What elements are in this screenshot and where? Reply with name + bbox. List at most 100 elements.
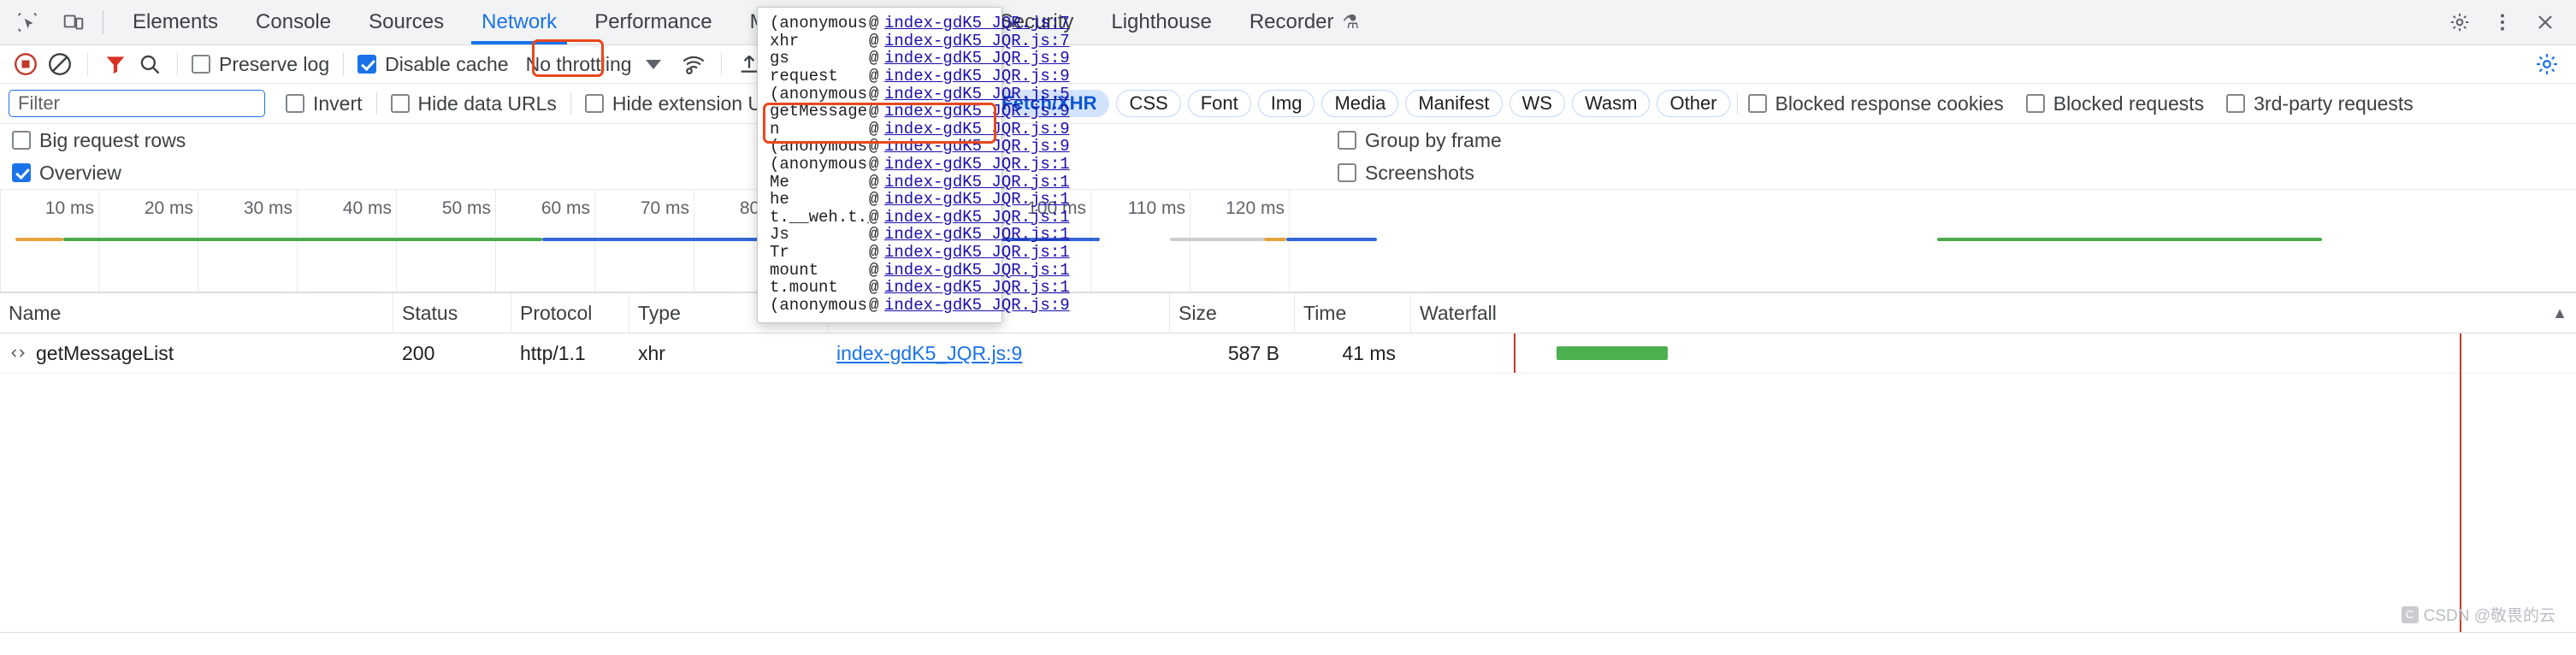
preserve-log-checkbox[interactable]: Preserve log <box>188 53 333 76</box>
search-icon[interactable] <box>133 47 167 81</box>
tab-lighthouse[interactable]: Lighthouse <box>1092 0 1230 44</box>
device-toolbar-icon[interactable] <box>55 3 92 41</box>
more-vertical-icon[interactable] <box>2484 3 2521 41</box>
tab-label: Network <box>482 10 557 34</box>
call-stack-entry[interactable]: (anonymous) @ index-gdK5_JQR.js:9 <box>758 297 1001 315</box>
wifi-settings-icon[interactable] <box>676 47 711 81</box>
stack-source-link[interactable]: index-gdK5_JQR.js:7 <box>884 32 1070 50</box>
call-stack-entry[interactable]: (anonymous) @ index-gdK5_JQR.js:5 <box>758 85 1001 103</box>
tab-elements[interactable]: Elements <box>114 0 237 44</box>
tab-network[interactable]: Network <box>463 0 576 44</box>
cell-protocol: http/1.1 <box>511 333 629 373</box>
search-input[interactable] <box>9 90 265 117</box>
group-by-frame-checkbox[interactable]: Group by frame <box>1334 129 1505 152</box>
stack-source-link[interactable]: index-gdK5_JQR.js:9 <box>884 102 1070 121</box>
call-stack-entry[interactable]: he @ index-gdK5_JQR.js:1 <box>758 191 1001 209</box>
call-stack-entry[interactable]: (anonymous) @ index-gdK5_JQR.js:1 <box>758 156 1001 174</box>
filter-chip-ws[interactable]: WS <box>1510 90 1565 117</box>
disable-cache-checkbox[interactable]: Disable cache <box>354 53 511 76</box>
overview-checkbox[interactable]: Overview <box>9 162 125 185</box>
filter-chip-img[interactable]: Img <box>1258 90 1315 117</box>
network-settings-gear-icon[interactable] <box>2530 47 2564 81</box>
column-header-protocol[interactable]: Protocol <box>511 293 629 333</box>
column-label: Time <box>1303 302 1346 325</box>
tab-console[interactable]: Console <box>237 0 350 44</box>
stack-source-link[interactable]: index-gdK5_JQR.js:9 <box>884 49 1070 68</box>
stack-source-link[interactable]: index-gdK5_JQR.js:1 <box>884 208 1070 227</box>
stack-source-link[interactable]: index-gdK5_JQR.js:1 <box>884 243 1070 262</box>
initiator-call-stack-popup[interactable]: (anonymous) @ index-gdK5_JQR.js:7 xhr @ … <box>757 7 1002 323</box>
call-stack-entry[interactable]: Tr @ index-gdK5_JQR.js:1 <box>758 244 1001 262</box>
stack-source-link[interactable]: index-gdK5_JQR.js:9 <box>884 120 1070 139</box>
call-stack-entry[interactable]: Me @ index-gdK5_JQR.js:1 <box>758 173 1001 191</box>
record-stop-button[interactable] <box>9 47 43 81</box>
tab-performance[interactable]: Performance <box>576 0 730 44</box>
blocked-response-cookies-checkbox[interactable]: Blocked response cookies <box>1745 92 2007 115</box>
stack-source-link[interactable]: index-gdK5_JQR.js:1 <box>884 190 1070 209</box>
inspect-element-icon[interactable] <box>9 3 46 41</box>
filter-chip-media[interactable]: Media <box>1321 90 1398 117</box>
tab-sources[interactable]: Sources <box>350 0 463 44</box>
table-row[interactable]: getMessageList 200 http/1.1 xhr index-gd… <box>0 333 2576 374</box>
throttling-value: No throttling <box>526 53 632 76</box>
call-stack-entry[interactable]: Js @ index-gdK5_JQR.js:1 <box>758 226 1001 244</box>
toolbar-divider-4 <box>721 53 722 75</box>
stack-source-link[interactable]: index-gdK5_JQR.js:1 <box>884 261 1070 280</box>
close-icon[interactable] <box>2526 3 2564 41</box>
blocked-requests-checkbox[interactable]: Blocked requests <box>2023 92 2207 115</box>
cell-time: 41 ms <box>1295 333 1411 373</box>
call-stack-entry[interactable]: (anonymous) @ index-gdK5_JQR.js:9 <box>758 138 1001 156</box>
filter-chip-manifest[interactable]: Manifest <box>1405 90 1502 117</box>
gear-icon[interactable] <box>2441 3 2479 41</box>
call-stack-entry[interactable]: request @ index-gdK5_JQR.js:9 <box>758 68 1001 86</box>
stack-source-link[interactable]: index-gdK5_JQR.js:5 <box>884 85 1070 103</box>
column-header-waterfall[interactable]: Waterfall ▲ <box>1411 293 2576 333</box>
call-stack-entry[interactable]: t.__weh.t.__weh @ index-gdK5_JQR.js:1 <box>758 209 1001 227</box>
throttling-dropdown[interactable]: No throttling <box>526 53 661 76</box>
network-overview-timeline[interactable]: 10 ms 20 ms 30 ms 40 ms 50 ms 60 ms 70 m… <box>0 190 2576 293</box>
column-header-time[interactable]: Time <box>1295 293 1411 333</box>
call-stack-entry[interactable]: gs @ index-gdK5_JQR.js:9 <box>758 50 1001 68</box>
call-stack-entry-n[interactable]: n @ index-gdK5_JQR.js:9 <box>758 121 1001 139</box>
sort-ascending-icon[interactable]: ▲ <box>2552 304 2567 322</box>
invert-checkbox[interactable]: Invert <box>282 92 366 115</box>
toolbar-right-actions <box>2530 47 2567 81</box>
tab-label: Recorder <box>1250 10 1334 34</box>
initiator-link[interactable]: index-gdK5_JQR.js:9 <box>836 342 1022 365</box>
tab-label: Performance <box>594 10 712 34</box>
filter-chip-font[interactable]: Font <box>1188 90 1251 117</box>
screenshots-checkbox[interactable]: Screenshots <box>1334 162 1478 185</box>
column-header-name[interactable]: Name <box>0 293 393 333</box>
call-stack-entry[interactable]: xhr @ index-gdK5_JQR.js:7 <box>758 32 1001 50</box>
column-label: Size <box>1179 302 1217 325</box>
call-stack-entry-getmessagelist[interactable]: getMessageList @ index-gdK5_JQR.js:9 <box>758 103 1001 121</box>
stack-source-link[interactable]: index-gdK5_JQR.js:1 <box>884 155 1070 174</box>
overview-tick-label: 30 ms <box>244 198 292 219</box>
stack-source-link[interactable]: index-gdK5_JQR.js:9 <box>884 296 1070 315</box>
column-header-status[interactable]: Status <box>393 293 511 333</box>
call-stack-entry[interactable]: t.mount @ index-gdK5_JQR.js:1 <box>758 279 1001 297</box>
filter-chip-css[interactable]: CSS <box>1116 90 1180 117</box>
checkbox-box <box>1748 94 1767 113</box>
stack-source-link[interactable]: index-gdK5_JQR.js:9 <box>884 67 1070 86</box>
filter-chip-wasm[interactable]: Wasm <box>1572 90 1651 117</box>
call-stack-entry[interactable]: (anonymous) @ index-gdK5_JQR.js:7 <box>758 15 1001 32</box>
tab-recorder[interactable]: Recorder ⚗ <box>1231 0 1378 44</box>
big-request-rows-checkbox[interactable]: Big request rows <box>9 129 189 152</box>
stack-source-link[interactable]: index-gdK5_JQR.js:1 <box>884 278 1070 297</box>
clear-network-log-button[interactable] <box>43 47 77 81</box>
third-party-requests-checkbox[interactable]: 3rd-party requests <box>2223 92 2417 115</box>
column-header-size[interactable]: Size <box>1170 293 1295 333</box>
network-filter-bar: Invert Hide data URLs Hide extension URL… <box>0 84 2576 124</box>
cell-initiator[interactable]: index-gdK5_JQR.js:9 <box>828 333 1170 373</box>
blocked-requests-label: Blocked requests <box>2053 92 2204 115</box>
stack-source-link[interactable]: index-gdK5_JQR.js:1 <box>884 173 1070 192</box>
hide-data-urls-checkbox[interactable]: Hide data URLs <box>387 92 560 115</box>
filter-chip-other[interactable]: Other <box>1657 90 1729 117</box>
funnel-filter-icon[interactable] <box>98 47 133 81</box>
call-stack-entry[interactable]: mount @ index-gdK5_JQR.js:1 <box>758 261 1001 279</box>
stack-source-link[interactable]: index-gdK5_JQR.js:1 <box>884 225 1070 244</box>
stack-source-link[interactable]: index-gdK5_JQR.js:9 <box>884 137 1070 156</box>
stack-source-link[interactable]: index-gdK5_JQR.js:7 <box>884 14 1070 32</box>
disable-cache-label: Disable cache <box>385 53 508 76</box>
